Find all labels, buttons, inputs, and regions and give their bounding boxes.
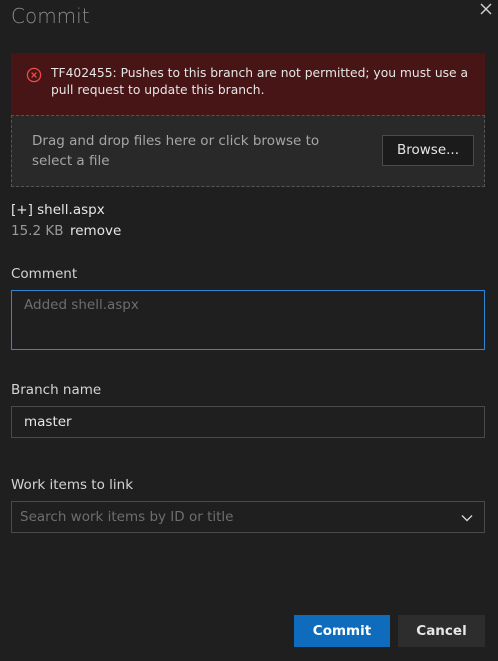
- comment-field[interactable]: [11, 290, 485, 350]
- error-banner: TF402455: Pushes to this branch are not …: [11, 53, 485, 115]
- commit-button[interactable]: Commit: [294, 615, 390, 647]
- comment-textarea[interactable]: [12, 291, 484, 349]
- file-name: [+] shell.aspx: [11, 202, 105, 218]
- error-circle-icon: [26, 67, 42, 83]
- file-size: 15.2 KB: [11, 223, 64, 239]
- work-items-label: Work items to link: [11, 477, 134, 493]
- error-message: TF402455: Pushes to this branch are not …: [51, 66, 469, 97]
- cancel-button[interactable]: Cancel: [398, 615, 485, 647]
- file-drop-zone[interactable]: Drag and drop files here or click browse…: [11, 115, 485, 187]
- drop-instructions: Drag and drop files here or click browse…: [32, 133, 320, 169]
- branch-label: Branch name: [11, 382, 102, 398]
- work-items-placeholder: Search work items by ID or title: [20, 509, 234, 525]
- branch-name-input[interactable]: master: [11, 406, 485, 438]
- remove-file-link[interactable]: remove: [70, 223, 121, 239]
- work-items-search[interactable]: Search work items by ID or title: [11, 501, 485, 533]
- dialog-title: Commit: [11, 4, 90, 28]
- comment-label: Comment: [11, 266, 78, 282]
- close-icon[interactable]: [478, 1, 494, 17]
- browse-button[interactable]: Browse...: [382, 135, 474, 166]
- chevron-down-icon[interactable]: [460, 511, 474, 525]
